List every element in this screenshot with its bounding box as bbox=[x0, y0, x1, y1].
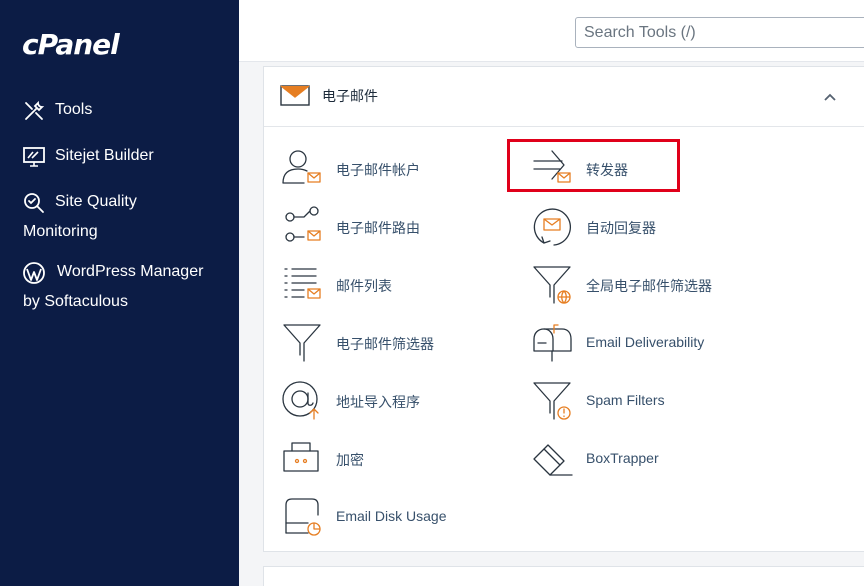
lock-box-icon bbox=[283, 442, 319, 472]
tool-label: 加密 bbox=[336, 452, 364, 468]
sidebar-item-tools[interactable]: Tools bbox=[0, 95, 239, 125]
tool-label: 转发器 bbox=[586, 162, 628, 178]
search-input[interactable] bbox=[575, 17, 864, 48]
sidebar-item-label: Tools bbox=[55, 101, 93, 118]
at-sign-import-icon bbox=[282, 381, 319, 420]
next-panel-edge bbox=[263, 566, 864, 586]
boxtrapper-icon bbox=[533, 444, 573, 476]
tool-mailing-lists[interactable]: 邮件列表 bbox=[280, 263, 510, 315]
tool-label: BoxTrapper bbox=[586, 450, 659, 466]
cpanel-logo[interactable]: cPanel bbox=[22, 28, 120, 61]
funnel-warning-icon bbox=[533, 382, 571, 420]
tool-address-importer[interactable]: 地址导入程序 bbox=[280, 379, 510, 431]
disk-usage-icon bbox=[285, 498, 321, 536]
tool-forwarders[interactable]: 转发器 bbox=[530, 147, 760, 199]
monitor-icon bbox=[23, 147, 45, 167]
envelope-icon bbox=[280, 85, 310, 106]
tool-global-email-filters[interactable]: 全局电子邮件筛选器 bbox=[530, 263, 760, 315]
tool-label: Spam Filters bbox=[586, 392, 665, 408]
sidebar-item-label: Sitejet Builder bbox=[55, 147, 154, 164]
funnel-globe-icon bbox=[533, 266, 571, 304]
tool-email-disk-usage[interactable]: Email Disk Usage bbox=[280, 495, 510, 547]
sidebar-item-label: WordPress Manager bbox=[57, 263, 204, 280]
tool-encryption[interactable]: 加密 bbox=[280, 437, 510, 489]
tool-label: Email Disk Usage bbox=[336, 508, 447, 524]
tool-email-deliverability[interactable]: Email Deliverability bbox=[530, 321, 760, 373]
tool-autoresponders[interactable]: 自动回复器 bbox=[530, 205, 760, 257]
sidebar-item-label-line2: Monitoring bbox=[23, 223, 98, 240]
funnel-icon bbox=[283, 324, 321, 362]
tool-label: 自动回复器 bbox=[586, 220, 656, 236]
sidebar-item-label: Site Quality bbox=[55, 193, 137, 210]
sidebar-item-label-line2: by Softaculous bbox=[23, 293, 128, 310]
tool-label: 全局电子邮件筛选器 bbox=[586, 278, 712, 294]
autoresponder-icon bbox=[533, 208, 572, 246]
panel-header[interactable]: 电子邮件 bbox=[264, 67, 864, 127]
tool-email-routing[interactable]: 电子邮件路由 bbox=[280, 205, 510, 257]
sidebar-item-wordpress-manager[interactable]: WordPress Manager by Softaculous bbox=[0, 257, 239, 317]
tool-email-accounts[interactable]: 电子邮件帐户 bbox=[280, 147, 510, 199]
tool-spam-filters[interactable]: Spam Filters bbox=[530, 379, 760, 431]
tool-boxtrapper[interactable]: BoxTrapper bbox=[530, 437, 760, 489]
tool-label: 地址导入程序 bbox=[336, 394, 420, 410]
sidebar-item-site-quality-monitoring[interactable]: Site Quality Monitoring bbox=[0, 187, 239, 247]
sidebar-item-sitejet-builder[interactable]: Sitejet Builder bbox=[0, 141, 239, 171]
wordpress-icon bbox=[23, 262, 45, 284]
chevron-up-icon[interactable] bbox=[822, 89, 838, 105]
mailbox-icon bbox=[533, 324, 572, 362]
magnifier-check-icon bbox=[24, 193, 44, 213]
forward-arrow-icon bbox=[533, 150, 571, 183]
tool-label: 电子邮件筛选器 bbox=[336, 336, 434, 352]
tool-label: 邮件列表 bbox=[336, 278, 392, 294]
routing-mail-icon bbox=[285, 206, 321, 242]
tool-email-filters[interactable]: 电子邮件筛选器 bbox=[280, 321, 510, 373]
email-tools-panel: 电子邮件 电子邮件帐户 电子邮件路由 邮件列表 电子邮件筛选器 地址导入程序 加… bbox=[263, 66, 864, 552]
list-mail-icon bbox=[284, 268, 321, 299]
panel-title: 电子邮件 bbox=[322, 88, 378, 104]
top-header bbox=[239, 0, 864, 62]
tool-label: 电子邮件路由 bbox=[336, 220, 420, 236]
user-mail-icon bbox=[282, 150, 321, 184]
tool-label: Email Deliverability bbox=[586, 334, 705, 350]
sidebar: cPanel Tools Sitejet Builder Site Qualit… bbox=[0, 0, 239, 586]
tool-label: 电子邮件帐户 bbox=[336, 162, 420, 178]
tools-icon bbox=[25, 100, 45, 120]
